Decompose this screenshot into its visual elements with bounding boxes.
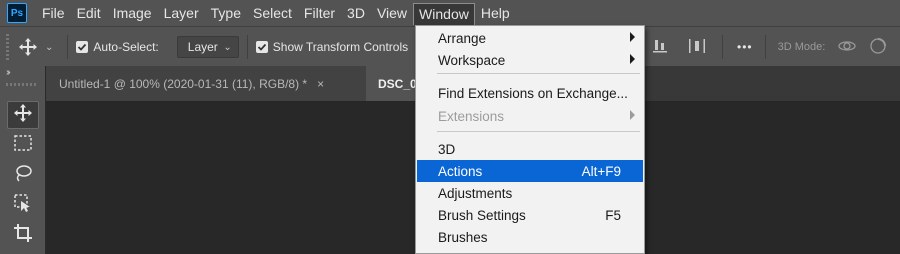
menu-bar: Ps File Edit Image Layer Type Select Fil… bbox=[0, 0, 900, 26]
menu-item-label: Extensions bbox=[438, 108, 505, 124]
submenu-arrow-icon bbox=[630, 54, 635, 64]
show-transform-checkbox[interactable] bbox=[255, 41, 268, 53]
collapse-panel-icon[interactable]: ›› bbox=[6, 67, 10, 78]
move-icon bbox=[13, 103, 33, 128]
menu-item-shortcut: F5 bbox=[605, 207, 621, 223]
menu-type[interactable]: Type bbox=[205, 2, 247, 24]
tab-label: DSC_0 bbox=[378, 76, 417, 91]
auto-select-label: Auto-Select: bbox=[93, 40, 159, 54]
show-transform-label: Show Transform Controls bbox=[272, 40, 409, 54]
divider bbox=[764, 35, 766, 59]
menu-item-arrange[interactable]: Arrange bbox=[417, 27, 643, 49]
rectangular-marquee-icon bbox=[13, 134, 33, 157]
submenu-arrow-icon bbox=[630, 32, 635, 42]
menu-item-extensions: Extensions bbox=[417, 105, 643, 127]
chevron-down-icon: ⌄ bbox=[223, 41, 232, 53]
menu-image[interactable]: Image bbox=[107, 2, 158, 24]
3d-mode-label: 3D Mode: bbox=[777, 41, 826, 53]
move-tool-button[interactable] bbox=[7, 101, 39, 129]
close-icon[interactable]: × bbox=[317, 77, 324, 91]
menu-item-workspace[interactable]: Workspace bbox=[417, 49, 643, 71]
menu-edit[interactable]: Edit bbox=[71, 2, 107, 24]
tab-untitled-1[interactable]: Untitled-1 @ 100% (2020-01-31 (11), RGB/… bbox=[46, 66, 366, 101]
tab-label: Untitled-1 @ 100% (2020-01-31 (11), RGB/… bbox=[59, 76, 308, 91]
menu-item-label: 3D bbox=[438, 141, 456, 157]
menu-item-find-extensions[interactable]: Find Extensions on Exchange... bbox=[417, 82, 643, 104]
lasso-tool-button[interactable] bbox=[7, 161, 39, 189]
window-menu-dropdown: Arrange Workspace Find Extensions on Exc… bbox=[415, 25, 645, 254]
divider bbox=[67, 35, 69, 59]
menu-item-label: Find Extensions on Exchange... bbox=[438, 85, 628, 101]
menu-help[interactable]: Help bbox=[475, 2, 516, 24]
menu-3d[interactable]: 3D bbox=[341, 2, 371, 24]
move-icon[interactable] bbox=[17, 36, 39, 58]
marquee-tool-button[interactable] bbox=[7, 131, 39, 159]
menu-layer[interactable]: Layer bbox=[158, 2, 205, 24]
menu-window[interactable]: Window bbox=[413, 3, 475, 25]
menu-item-3d[interactable]: 3D bbox=[417, 138, 643, 160]
menu-item-adjustments[interactable]: Adjustments bbox=[417, 182, 643, 204]
options-bar-grip[interactable] bbox=[6, 34, 9, 60]
menu-view[interactable]: View bbox=[371, 2, 413, 24]
photoshop-logo[interactable]: Ps bbox=[7, 3, 27, 23]
menu-item-shortcut: Alt+F9 bbox=[581, 163, 621, 179]
orbit-3d-icon[interactable] bbox=[837, 37, 857, 58]
menu-file[interactable]: File bbox=[36, 2, 71, 24]
menu-separator bbox=[437, 131, 640, 132]
menu-item-label: Adjustments bbox=[438, 185, 513, 201]
menu-item-actions[interactable]: Actions Alt+F9 bbox=[417, 160, 643, 182]
menu-filter[interactable]: Filter bbox=[298, 2, 341, 24]
tools-panel: ›› bbox=[0, 66, 46, 254]
more-options-icon[interactable]: ••• bbox=[737, 40, 753, 54]
distribute-horizontal-icon[interactable] bbox=[688, 37, 706, 58]
align-tools: ••• 3D Mode: bbox=[648, 27, 887, 67]
divider bbox=[246, 35, 248, 59]
crop-tool-button[interactable] bbox=[7, 221, 39, 249]
tool-preset-chevron-icon[interactable]: ⌄ bbox=[45, 42, 53, 53]
menu-item-brushes[interactable]: Brushes bbox=[417, 226, 643, 248]
submenu-arrow-icon bbox=[630, 110, 635, 120]
auto-select-target-value: Layer bbox=[187, 40, 218, 54]
menu-select[interactable]: Select bbox=[247, 2, 298, 24]
object-selection-icon bbox=[13, 193, 33, 218]
lasso-icon bbox=[13, 163, 33, 188]
menu-separator bbox=[437, 73, 640, 74]
auto-select-target-select[interactable]: Layer ⌄ bbox=[176, 36, 239, 58]
object-selection-tool-button[interactable] bbox=[7, 191, 39, 219]
menu-item-label: Brushes bbox=[438, 229, 488, 245]
tools-panel-grip[interactable] bbox=[6, 83, 36, 86]
menu-item-label: Workspace bbox=[438, 52, 506, 68]
divider bbox=[722, 35, 723, 59]
crop-icon bbox=[13, 223, 33, 248]
auto-select-checkbox[interactable] bbox=[76, 41, 89, 53]
menu-item-brush-settings[interactable]: Brush Settings F5 bbox=[417, 204, 643, 226]
roll-3d-icon[interactable] bbox=[869, 37, 887, 58]
menu-item-label: Arrange bbox=[438, 30, 487, 46]
align-bottom-icon[interactable] bbox=[652, 37, 668, 58]
